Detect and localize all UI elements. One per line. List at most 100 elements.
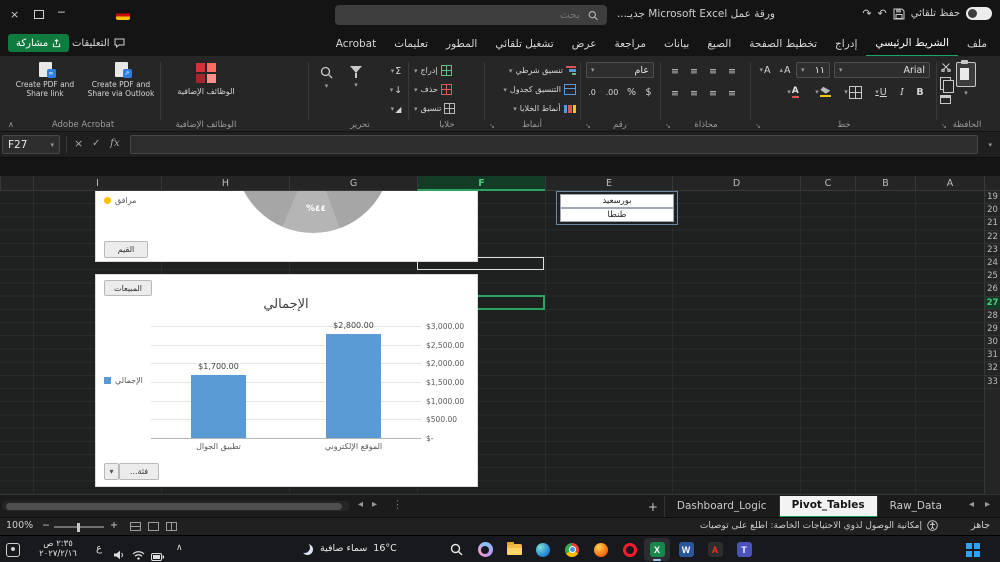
row-header[interactable]: 21 bbox=[985, 217, 1000, 231]
font-name-select[interactable]: Arial ▾ bbox=[834, 62, 930, 78]
save-icon[interactable] bbox=[893, 8, 905, 20]
clear-button[interactable]: ◢ ▾ bbox=[386, 101, 406, 117]
zoom-slider[interactable] bbox=[54, 522, 104, 532]
sheet-nav-prev-icon[interactable]: ◂ bbox=[969, 499, 974, 510]
row-header[interactable]: 32 bbox=[985, 362, 1000, 376]
font-size-select[interactable]: ١١ ▾ bbox=[796, 62, 830, 78]
insert-function-icon[interactable]: fx bbox=[110, 137, 120, 149]
paste-button[interactable]: ▾ bbox=[956, 60, 976, 97]
shrink-font-button[interactable]: A ▾ bbox=[756, 62, 774, 78]
sheet-grid[interactable]: ٤٤% مرافق القيم بورسعيد طنطا المبيعات ال… bbox=[0, 191, 984, 494]
orientation-button[interactable]: ≡ bbox=[668, 63, 682, 79]
formula-input[interactable] bbox=[130, 135, 978, 154]
bar-website[interactable] bbox=[326, 333, 381, 438]
clock[interactable]: ٢:٣٥ ص ٢٠٢٧/٢/١٦ bbox=[24, 539, 92, 559]
format-cells-button[interactable]: تنسيق ▾ bbox=[414, 101, 456, 116]
add-sheet-button[interactable]: + bbox=[642, 496, 664, 518]
percent-style-button[interactable]: % bbox=[624, 84, 639, 100]
row-header[interactable]: 19 bbox=[985, 191, 1000, 205]
grow-font-button[interactable]: A ▴ bbox=[776, 62, 794, 78]
bar-chart-panel[interactable]: المبيعات الإجمالي $3,000.00 $2,500.00 $2… bbox=[95, 274, 478, 487]
row-header[interactable]: 22 bbox=[985, 231, 1000, 244]
language-indicator[interactable]: ع bbox=[96, 543, 102, 554]
scroll-left-icon[interactable]: ◂ bbox=[358, 499, 363, 510]
column-header-H[interactable]: H bbox=[161, 176, 289, 191]
volume-icon[interactable] bbox=[114, 545, 126, 562]
battery-icon[interactable] bbox=[151, 546, 165, 562]
find-select-button[interactable]: ▾ bbox=[320, 66, 333, 90]
copilot-icon[interactable] bbox=[472, 538, 498, 561]
italic-button[interactable]: I bbox=[894, 84, 910, 100]
pie-chart-panel[interactable]: ٤٤% مرافق القيم bbox=[95, 191, 478, 262]
copy-icon[interactable] bbox=[940, 77, 954, 93]
hidden-icons-chevron[interactable]: ∧ bbox=[176, 543, 183, 553]
tab-page-layout[interactable]: تخطيط الصفحة bbox=[740, 32, 826, 56]
cell-E20[interactable]: طنطا bbox=[560, 208, 674, 222]
sheet-tab-pivot-tables[interactable]: Pivot_Tables bbox=[778, 495, 877, 518]
column-header-E[interactable]: E bbox=[545, 176, 672, 191]
cell-styles-button[interactable]: أنماط الخلايا ▾ bbox=[490, 101, 576, 116]
axis-field-button[interactable]: فئة... bbox=[119, 463, 159, 480]
zoom-out-icon[interactable]: − bbox=[42, 520, 50, 531]
row-header[interactable]: 28 bbox=[985, 310, 1000, 323]
wrap-text-button[interactable]: ≡ bbox=[668, 85, 682, 101]
scroll-right-icon[interactable]: ▸ bbox=[372, 499, 377, 510]
accounting-format-button[interactable]: $ bbox=[641, 84, 656, 100]
underline-button[interactable]: U ▾ bbox=[870, 84, 892, 100]
decrease-decimal-button[interactable]: .0 bbox=[584, 84, 600, 100]
fill-button[interactable]: ↓ ▾ bbox=[386, 82, 406, 98]
firefox-icon[interactable] bbox=[588, 538, 614, 561]
opera-icon[interactable] bbox=[617, 538, 643, 561]
horizontal-scrollbar[interactable] bbox=[2, 501, 350, 511]
bar-field-button[interactable]: المبيعات bbox=[104, 280, 152, 296]
expand-formula-bar-icon[interactable]: ▾ bbox=[988, 141, 992, 149]
sheet-nav-next-icon[interactable]: ▸ bbox=[985, 499, 990, 510]
tab-formulas[interactable]: الصيغ bbox=[698, 32, 740, 56]
insert-cells-button[interactable]: إدراج ▾ bbox=[414, 63, 452, 78]
cell-E19[interactable]: بورسعيد bbox=[560, 194, 674, 208]
search-input[interactable] bbox=[344, 8, 582, 22]
row-header[interactable]: 29 bbox=[985, 323, 1000, 337]
scrollbar-thumb[interactable] bbox=[6, 502, 342, 510]
row-header[interactable]: 23 bbox=[985, 244, 1000, 257]
align-right-button[interactable]: ≡ bbox=[725, 85, 739, 101]
delete-cells-button[interactable]: حذف ▾ bbox=[414, 82, 452, 97]
bar-legend-label[interactable]: الإجمالي bbox=[115, 376, 143, 385]
edge-icon[interactable] bbox=[530, 538, 556, 561]
column-header-C[interactable]: C bbox=[800, 176, 855, 191]
sheet-tab-raw-data[interactable]: Raw_Data bbox=[876, 495, 954, 518]
sheet-tab-dashboard-logic[interactable]: Dashboard_Logic bbox=[663, 495, 779, 518]
zoom-slider-knob[interactable] bbox=[77, 522, 80, 532]
notification-center-icon[interactable] bbox=[6, 543, 20, 557]
tab-home[interactable]: الشريط الرئيسي bbox=[866, 31, 959, 57]
wifi-icon[interactable] bbox=[132, 545, 145, 562]
tab-developer[interactable]: المطور bbox=[437, 32, 486, 56]
axis-field-dropdown[interactable]: ▾ bbox=[104, 463, 119, 480]
chrome-icon[interactable] bbox=[559, 538, 585, 561]
excel-taskbar-icon[interactable]: X bbox=[644, 538, 670, 561]
format-painter-icon[interactable] bbox=[940, 95, 951, 104]
increase-decimal-button[interactable]: .00 bbox=[602, 84, 622, 100]
restore-icon[interactable] bbox=[34, 10, 44, 19]
tab-automate[interactable]: تشغيل تلقائي bbox=[486, 32, 562, 56]
bar-mobile-app[interactable] bbox=[191, 374, 246, 438]
search-taskbar-icon[interactable] bbox=[443, 538, 469, 561]
row-header[interactable]: 26 bbox=[985, 283, 1000, 297]
format-as-table-button[interactable]: التنسيق كجدول ▾ bbox=[490, 82, 576, 97]
autosave-toggle[interactable] bbox=[966, 7, 992, 20]
search-box[interactable] bbox=[335, 5, 607, 25]
close-icon[interactable]: × bbox=[10, 8, 19, 22]
select-all-corner[interactable] bbox=[984, 176, 1000, 191]
zoom-level[interactable]: 100% bbox=[6, 520, 33, 531]
tab-help[interactable]: تعليمات bbox=[385, 32, 437, 56]
tab-data[interactable]: بيانات bbox=[655, 32, 698, 56]
chart-title[interactable]: الإجمالي bbox=[151, 297, 421, 312]
align-left-button[interactable]: ≡ bbox=[687, 85, 701, 101]
row-header[interactable]: 24 bbox=[985, 257, 1000, 271]
row-header[interactable]: 30 bbox=[985, 336, 1000, 350]
file-explorer-icon[interactable] bbox=[501, 538, 527, 561]
start-button[interactable] bbox=[960, 538, 986, 561]
accessibility-status[interactable]: إمكانية الوصول لذوي الاحتياجات الخاصة: ا… bbox=[700, 520, 938, 531]
row-header[interactable]: 33 bbox=[985, 376, 1000, 389]
conditional-formatting-button[interactable]: تنسيق شرطي ▾ bbox=[490, 63, 576, 78]
